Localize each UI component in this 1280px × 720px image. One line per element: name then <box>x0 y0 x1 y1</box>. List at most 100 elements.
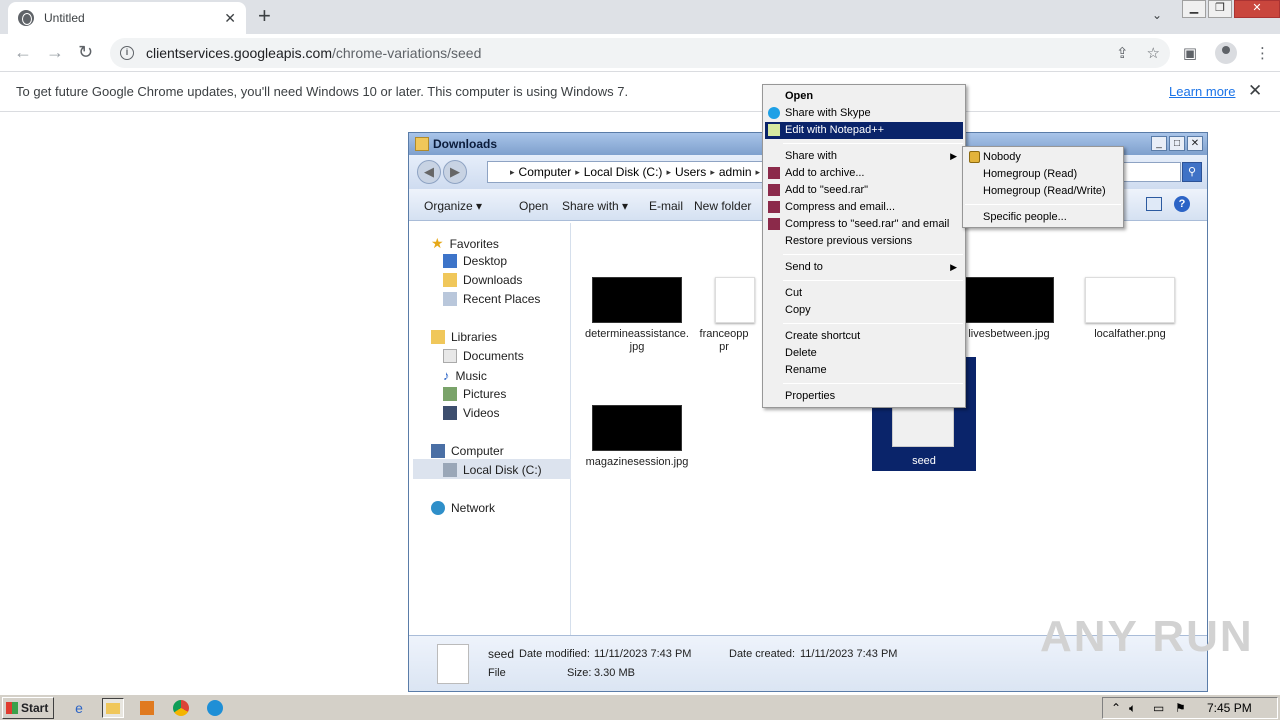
nav-videos[interactable]: Videos <box>443 406 499 420</box>
reload-icon[interactable]: ↻ <box>78 42 93 63</box>
explorer-close-button[interactable]: ✕ <box>1187 136 1203 151</box>
notepadpp-icon <box>768 124 780 136</box>
clock[interactable]: 7:45 PM <box>1207 701 1252 715</box>
tab-close-icon[interactable]: ✕ <box>224 10 236 27</box>
menu-kebab-icon[interactable]: ⋮ <box>1255 44 1270 62</box>
edge-taskbar-icon[interactable] <box>204 698 226 718</box>
nav-network[interactable]: Network <box>431 501 495 515</box>
address-bar[interactable]: i clientservices.googleapis.com/chrome-v… <box>110 38 1170 68</box>
nav-music[interactable]: ♪ Music <box>443 368 487 383</box>
nav-favorites[interactable]: ★ Favorites <box>431 235 499 252</box>
profile-avatar-icon[interactable] <box>1215 42 1237 64</box>
breadcrumb-item[interactable]: Computer <box>519 165 572 179</box>
browser-tab-strip: Untitled ✕ + ⌄ ▁ ❐ ✕ <box>0 0 1280 34</box>
explorer-forward-button[interactable]: ▶ <box>443 160 467 184</box>
file-name: magazinesession.jpg <box>585 456 689 468</box>
downloads-folder-icon <box>443 273 457 287</box>
share-icon[interactable]: ⇪ <box>1116 44 1129 62</box>
submenu-item-nobody[interactable]: Nobody <box>965 149 1121 166</box>
details-size-value: 3.30 MB <box>594 667 635 679</box>
nav-desktop[interactable]: Desktop <box>443 254 507 268</box>
email-button[interactable]: E-mail <box>649 199 683 213</box>
network-tray-icon[interactable]: ▭ <box>1153 701 1164 715</box>
media-player-icon[interactable] <box>136 698 158 718</box>
browser-tab[interactable]: Untitled ✕ <box>8 2 246 34</box>
share-with-button[interactable]: Share with ▾ <box>562 199 628 213</box>
restore-button[interactable]: ❐ <box>1208 0 1232 18</box>
forward-icon[interactable]: → <box>46 42 64 63</box>
menu-item-cut[interactable]: Cut <box>765 285 963 302</box>
menu-item-compress-seed-email[interactable]: Compress to "seed.rar" and email <box>765 216 963 233</box>
menu-item-edit-notepadpp[interactable]: Edit with Notepad++ <box>765 122 963 139</box>
nav-recent-places[interactable]: Recent Places <box>443 292 540 306</box>
menu-item-add-seed-rar[interactable]: Add to "seed.rar" <box>765 182 963 199</box>
menu-item-compress-email[interactable]: Compress and email... <box>765 199 963 216</box>
learn-more-link[interactable]: Learn more <box>1169 84 1235 99</box>
breadcrumb-item[interactable]: Local Disk (C:) <box>584 165 663 179</box>
breadcrumb[interactable]: ▸ Computer ▸ Local Disk (C:) ▸ Users ▸ admi… <box>487 161 777 183</box>
site-info-icon[interactable]: i <box>120 46 134 60</box>
minimize-button[interactable]: ▁ <box>1182 0 1206 18</box>
submenu-item-homegroup-read[interactable]: Homegroup (Read) <box>965 166 1121 183</box>
url-path: /chrome-variations/seed <box>331 45 482 61</box>
menu-item-open[interactable]: Open <box>765 88 963 105</box>
back-icon[interactable]: ← <box>14 42 32 63</box>
action-center-flag-icon[interactable]: ⚑ <box>1175 701 1186 715</box>
image-thumbnail <box>592 405 682 451</box>
bookmark-star-icon[interactable]: ☆ <box>1147 44 1160 62</box>
menu-item-share-with[interactable]: Share with ▶ <box>765 148 963 165</box>
start-button[interactable]: Start <box>2 697 54 719</box>
share-with-submenu: Nobody Homegroup (Read) Homegroup (Read/… <box>962 146 1124 228</box>
menu-item-share-skype[interactable]: Share with Skype <box>765 105 963 122</box>
menu-item-create-shortcut[interactable]: Create shortcut <box>765 328 963 345</box>
desktop-icon <box>443 254 457 268</box>
infobar-close-icon[interactable]: ✕ <box>1248 81 1262 101</box>
side-panel-icon[interactable]: ▣ <box>1183 44 1197 62</box>
explorer-taskbar-icon[interactable] <box>102 698 124 718</box>
submenu-item-homegroup-readwrite[interactable]: Homegroup (Read/Write) <box>965 183 1121 200</box>
menu-item-restore-versions[interactable]: Restore previous versions <box>765 233 963 250</box>
nav-pictures[interactable]: Pictures <box>443 387 506 401</box>
explorer-minimize-button[interactable]: _ <box>1151 136 1167 151</box>
explorer-search-input[interactable] <box>1121 162 1181 182</box>
nav-computer[interactable]: Computer <box>431 444 504 458</box>
nav-downloads[interactable]: Downloads <box>443 273 522 287</box>
winrar-icon <box>768 184 780 196</box>
nav-libraries[interactable]: Libraries <box>431 330 497 344</box>
libraries-icon <box>431 330 445 344</box>
volume-icon[interactable]: 🔈︎ <box>1129 701 1136 716</box>
star-icon: ★ <box>431 235 444 251</box>
menu-item-add-archive[interactable]: Add to archive... <box>765 165 963 182</box>
nav-documents[interactable]: Documents <box>443 349 524 363</box>
menu-item-delete[interactable]: Delete <box>765 345 963 362</box>
breadcrumb-item[interactable]: admin <box>719 165 752 179</box>
system-tray: ⌃ 🔈︎ ▭ ⚑ 7:45 PM <box>1102 697 1278 719</box>
internet-explorer-icon[interactable]: e <box>68 698 90 718</box>
file-icon <box>437 644 469 684</box>
nav-local-disk[interactable]: Local Disk (C:) <box>443 463 542 477</box>
close-window-button[interactable]: ✕ <box>1234 0 1280 18</box>
menu-item-send-to[interactable]: Send to ▶ <box>765 259 963 276</box>
organize-button[interactable]: Organize ▾ <box>424 199 482 213</box>
infobar-message: To get future Google Chrome updates, you… <box>16 84 629 99</box>
menu-item-rename[interactable]: Rename <box>765 362 963 379</box>
preview-pane-icon[interactable] <box>1146 197 1162 211</box>
new-tab-button[interactable]: + <box>258 5 271 27</box>
tray-expand-icon[interactable]: ⌃ <box>1111 701 1121 715</box>
new-folder-button[interactable]: New folder <box>694 199 751 213</box>
open-button[interactable]: Open <box>519 199 548 213</box>
explorer-maximize-button[interactable]: □ <box>1169 136 1185 151</box>
explorer-back-button[interactable]: ◀ <box>417 160 441 184</box>
file-name: livesbetween.jpg <box>968 328 1050 340</box>
search-icon[interactable]: ⚲ <box>1182 162 1202 182</box>
submenu-item-specific-people[interactable]: Specific people... <box>965 209 1121 226</box>
menu-item-properties[interactable]: Properties <box>765 388 963 405</box>
help-icon[interactable]: ? <box>1174 196 1190 212</box>
menu-item-copy[interactable]: Copy <box>765 302 963 319</box>
breadcrumb-item[interactable]: Users <box>675 165 706 179</box>
tab-search-chevron-icon[interactable]: ⌄ <box>1152 8 1162 22</box>
chrome-taskbar-icon[interactable] <box>170 698 192 718</box>
drive-icon <box>443 463 457 477</box>
taskbar: Start e ⌃ 🔈︎ ▭ ⚑ 7:45 PM <box>0 694 1280 720</box>
recent-places-icon <box>443 292 457 306</box>
